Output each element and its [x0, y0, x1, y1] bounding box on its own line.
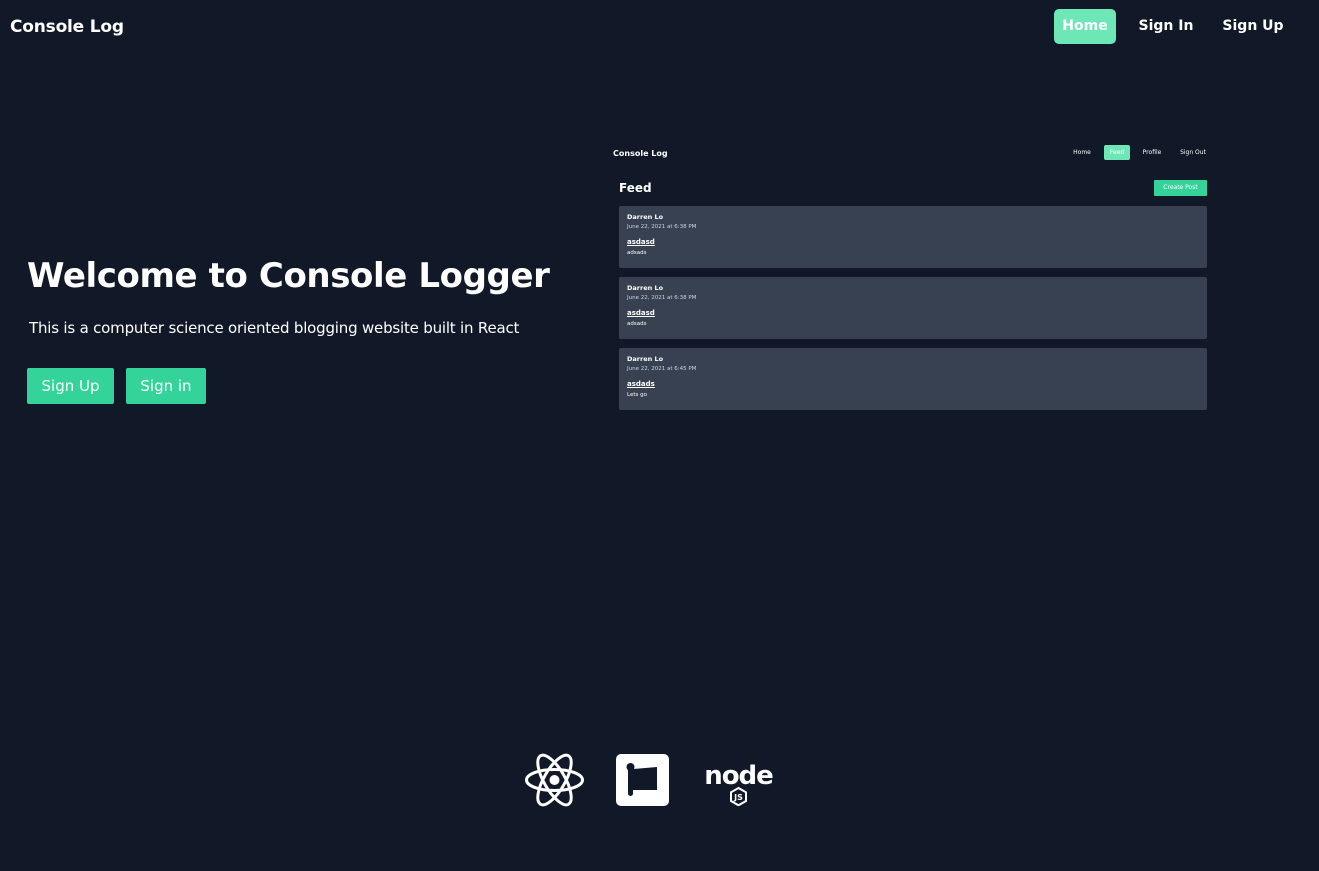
post-date: June 22, 2021 at 6:38 PM: [627, 295, 697, 301]
preview-nav-feed: Feed: [1104, 145, 1130, 160]
post-author: Darren Lo: [627, 213, 664, 221]
preview-feed-title: Feed: [619, 181, 652, 195]
preview-brand: Console Log: [613, 149, 668, 158]
post-body: Lets go: [627, 392, 647, 398]
post-title: asdasd: [627, 309, 655, 317]
post-title: asdads: [627, 380, 655, 388]
preview-nav-profile: Profile: [1142, 149, 1162, 156]
preview-post-card: Darren Lo June 22, 2021 at 6:38 PM asdas…: [619, 277, 1207, 339]
hero-sign-up-button[interactable]: Sign Up: [27, 368, 114, 404]
post-date: June 22, 2021 at 6:45 PM: [627, 366, 697, 372]
post-title: asdasd: [627, 238, 655, 246]
preview-nav-sign-out: Sign Out: [1180, 149, 1206, 156]
top-nav: Home Sign In Sign Up: [0, 9, 1319, 44]
preview-post-card: Darren Lo June 22, 2021 at 6:45 PM asdad…: [619, 348, 1207, 410]
landing-page: Console Log Home Sign In Sign Up Welcome…: [0, 0, 1319, 871]
post-body: adsads: [627, 250, 647, 256]
react-icon: [524, 753, 585, 807]
preview-nav-home: Home: [1073, 149, 1091, 156]
nav-home-link[interactable]: Home: [1054, 9, 1116, 44]
hero-sign-in-button[interactable]: Sign in: [126, 368, 206, 404]
nodejs-icon: node JS: [700, 758, 777, 807]
node-logo-text: node: [704, 761, 773, 791]
post-author: Darren Lo: [627, 284, 664, 292]
post-author: Darren Lo: [627, 355, 664, 363]
feed-preview-screenshot: Console Log Home Feed Profile Sign Out F…: [607, 140, 1214, 420]
hero-title: Welcome to Console Logger: [27, 256, 550, 296]
firebase-icon: [616, 754, 669, 806]
nav-sign-up-link[interactable]: Sign Up: [1217, 9, 1289, 44]
post-date: June 22, 2021 at 6:38 PM: [627, 224, 697, 230]
hero-subtitle: This is a computer science oriented blog…: [29, 319, 520, 337]
preview-post-card: Darren Lo June 22, 2021 at 6:38 PM asdas…: [619, 206, 1207, 268]
node-logo-badge: JS: [733, 793, 743, 802]
preview-create-post-button: Create Post: [1154, 180, 1207, 196]
nav-sign-in-link[interactable]: Sign In: [1133, 9, 1199, 44]
post-body: adsads: [627, 321, 647, 327]
